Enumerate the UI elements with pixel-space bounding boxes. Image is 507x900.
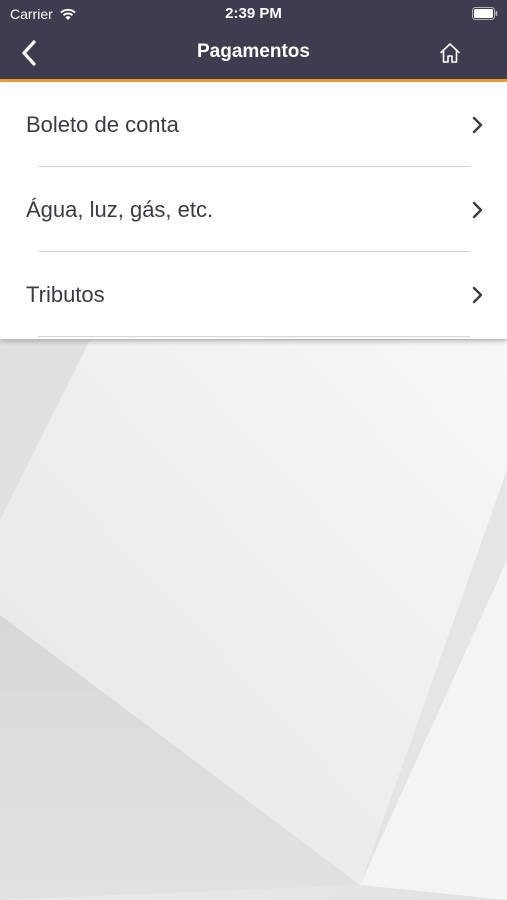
divider [38,336,470,337]
battery-icon [472,7,498,20]
menu-item-label: Água, luz, gás, etc. [26,197,214,222]
menu-item-boleto[interactable]: Boleto de conta [0,82,507,167]
menu-item-label: Boleto de conta [26,112,179,137]
screen: Carrier 2:39 PM Pagamentos Boleto de con… [0,0,507,900]
status-time: 2:39 PM [225,5,282,22]
chevron-right-icon [472,116,483,134]
payment-options-list: Boleto de conta Água, luz, gás, etc. Tri… [0,82,507,339]
navigation-bar: Carrier 2:39 PM Pagamentos [0,0,507,82]
home-icon [440,43,460,63]
chevron-right-icon [472,286,483,304]
menu-item-tributos[interactable]: Tributos [0,252,507,337]
menu-item-label: Tributos [26,282,105,307]
home-button[interactable] [433,36,467,70]
page-title: Pagamentos [197,41,310,62]
menu-item-agua-luz-gas[interactable]: Água, luz, gás, etc. [0,167,507,252]
chevron-right-icon [472,201,483,219]
